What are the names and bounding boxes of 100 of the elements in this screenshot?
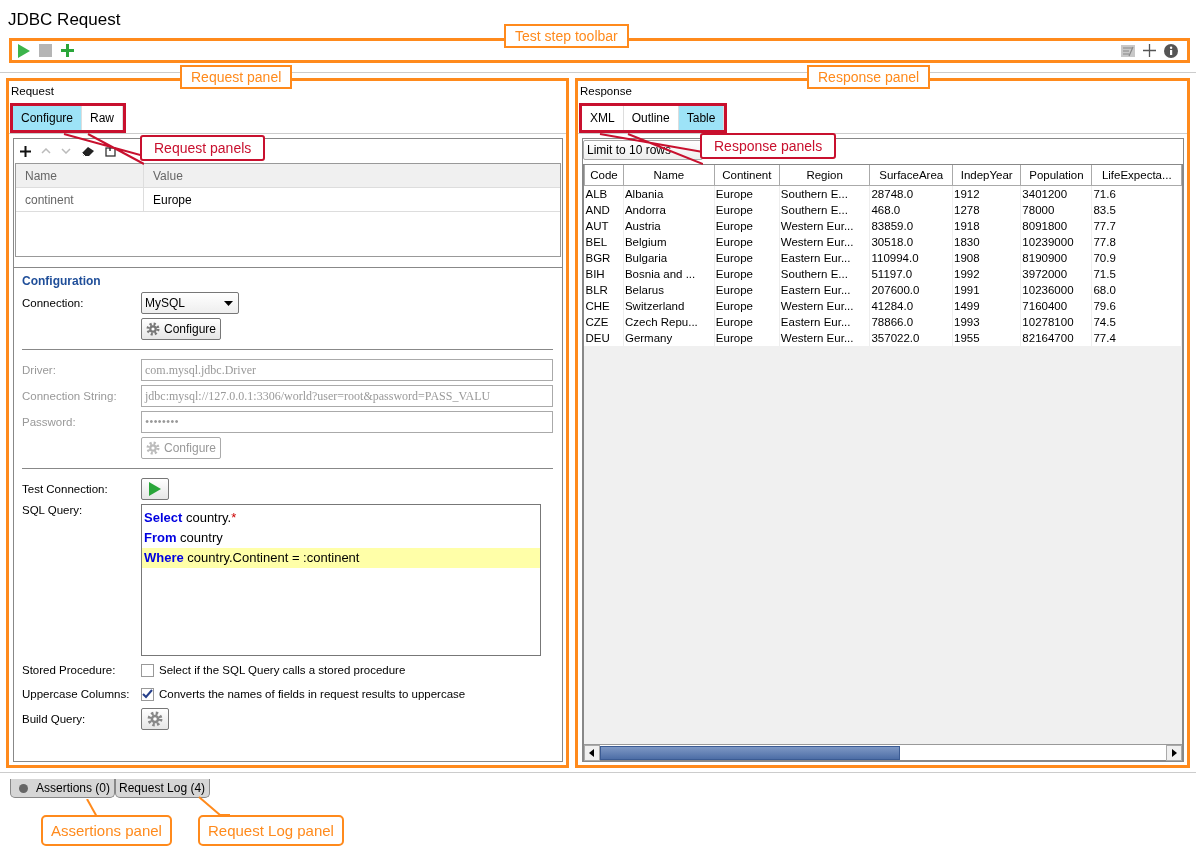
table-cell: Europe: [714, 185, 780, 202]
table-cell: 8091800: [1020, 218, 1092, 234]
table-cell: 83.5: [1091, 202, 1182, 218]
scrollbar[interactable]: [584, 744, 1182, 760]
grid-icon[interactable]: [1121, 44, 1135, 57]
table-cell: Czech Repu...: [623, 314, 715, 330]
table-cell: 71.6: [1091, 185, 1182, 202]
field-label: Test Connection:: [22, 483, 109, 495]
table-cell: 8190900: [1020, 250, 1092, 266]
info-icon[interactable]: [1164, 43, 1178, 58]
play-icon[interactable]: [17, 42, 31, 59]
table-cell: 468.0: [869, 202, 953, 218]
column-header[interactable]: Region: [779, 165, 870, 186]
table-cell: ALB: [584, 185, 624, 202]
table-cell: 1499: [952, 298, 1021, 314]
field-label: Uppercase Columns:: [22, 688, 131, 700]
table-cell: 70.9: [1091, 250, 1182, 266]
checkbox[interactable]: [141, 687, 154, 701]
table-cell: Southern E...: [779, 202, 870, 218]
leader-line: [198, 796, 230, 816]
code-line: Select country.*: [143, 509, 238, 527]
table-cell: continent: [16, 188, 144, 211]
configure-button[interactable]: Configure: [141, 318, 222, 340]
field-label: Password:: [22, 416, 77, 428]
callout-label: Request panels: [140, 135, 266, 161]
panel-title: Request: [10, 84, 54, 99]
connection-dropdown[interactable]: MySQL: [141, 292, 239, 314]
table-cell: 30518.0: [869, 234, 953, 250]
table-cell: BGR: [584, 250, 624, 266]
table-cell: Belgium: [623, 234, 715, 250]
table-cell: Bulgaria: [623, 250, 715, 266]
table-cell: 1991: [952, 282, 1021, 298]
table-cell: BEL: [584, 234, 624, 250]
plus-icon[interactable]: [1143, 44, 1156, 57]
code-line: From country: [143, 529, 224, 547]
table-cell: Austria: [623, 218, 715, 234]
export-icon[interactable]: [105, 145, 116, 157]
table-cell: 1278: [952, 202, 1021, 218]
table-cell: 207600.0: [869, 282, 953, 298]
table-cell: Southern E...: [779, 185, 870, 202]
section-heading: Configuration: [22, 274, 101, 288]
checkbox[interactable]: [141, 663, 154, 677]
table-cell: 10239000: [1020, 234, 1092, 250]
table-cell: Albania: [623, 185, 715, 202]
bottom-tab[interactable]: Request Log (4): [115, 779, 211, 798]
column-header[interactable]: Continent: [714, 165, 780, 186]
table-cell: Europe: [714, 314, 780, 330]
table-cell: 78866.0: [869, 314, 953, 330]
table-cell: BLR: [584, 282, 624, 298]
add-icon[interactable]: [20, 145, 31, 157]
table-cell: AUT: [584, 218, 624, 234]
table-cell: 83859.0: [869, 218, 953, 234]
table-cell: Eastern Eur...: [779, 282, 870, 298]
column-header: Name: [16, 164, 144, 187]
column-header[interactable]: LifeExpecta...: [1091, 165, 1182, 186]
callout-label: Response panels: [700, 133, 837, 159]
callout-label: Request panel: [180, 65, 293, 89]
table-cell: CHE: [584, 298, 624, 314]
table-cell: Southern E...: [779, 266, 870, 282]
field-label: SQL Query:: [22, 504, 84, 516]
table-cell: 3401200: [1020, 185, 1092, 202]
table-cell: 1830: [952, 234, 1021, 250]
table-cell: 77.8: [1091, 234, 1182, 250]
callout-label: Assertions panel: [41, 815, 172, 846]
table-cell: Europe: [714, 202, 780, 218]
callout-label: Request Log panel: [198, 815, 344, 846]
field-label: Stored Procedure:: [22, 664, 117, 676]
column-header[interactable]: Name: [623, 165, 715, 186]
column-header[interactable]: Population: [1020, 165, 1092, 186]
column-header: Value: [152, 168, 183, 183]
table-cell: 10236000: [1020, 282, 1092, 298]
sql-editor[interactable]: Select country.* From country Where country.Continent = :continent: [141, 504, 541, 656]
field-label: Driver:: [22, 364, 57, 376]
scroll-thumb[interactable]: [600, 745, 900, 760]
table-cell: Europe: [714, 282, 780, 298]
table-cell: Eastern Eur...: [779, 250, 870, 266]
callout-label: Test step toolbar: [504, 24, 629, 48]
column-header[interactable]: IndepYear: [952, 165, 1021, 186]
bottom-tab[interactable]: Assertions (0): [10, 779, 116, 798]
eraser-icon[interactable]: [81, 145, 95, 157]
field-label: Connection:: [22, 297, 85, 309]
table-cell: 51197.0: [869, 266, 953, 282]
table-cell: 7160400: [1020, 298, 1092, 314]
test-connection-button[interactable]: [141, 478, 169, 500]
gear-icon: [147, 711, 163, 727]
tab[interactable]: Table: [678, 106, 725, 130]
table-cell: Western Eur...: [779, 218, 870, 234]
callout-label: Response panel: [807, 65, 931, 89]
table-cell: 1993: [952, 314, 1021, 330]
tab[interactable]: Configure: [13, 106, 83, 130]
table-cell: 78000: [1020, 202, 1092, 218]
checkbox-label: Converts the names of fields in request results to uppercase: [159, 688, 466, 700]
build-query-button[interactable]: [141, 708, 169, 730]
field-label: Connection String:: [22, 390, 118, 402]
window-title: JDBC Request: [7, 9, 121, 28]
column-header[interactable]: Code: [584, 165, 624, 186]
column-header[interactable]: SurfaceArea: [869, 165, 953, 186]
gear-icon: [146, 441, 160, 455]
table-cell: Europe: [714, 266, 780, 282]
table-cell: Switzerland: [623, 298, 715, 314]
